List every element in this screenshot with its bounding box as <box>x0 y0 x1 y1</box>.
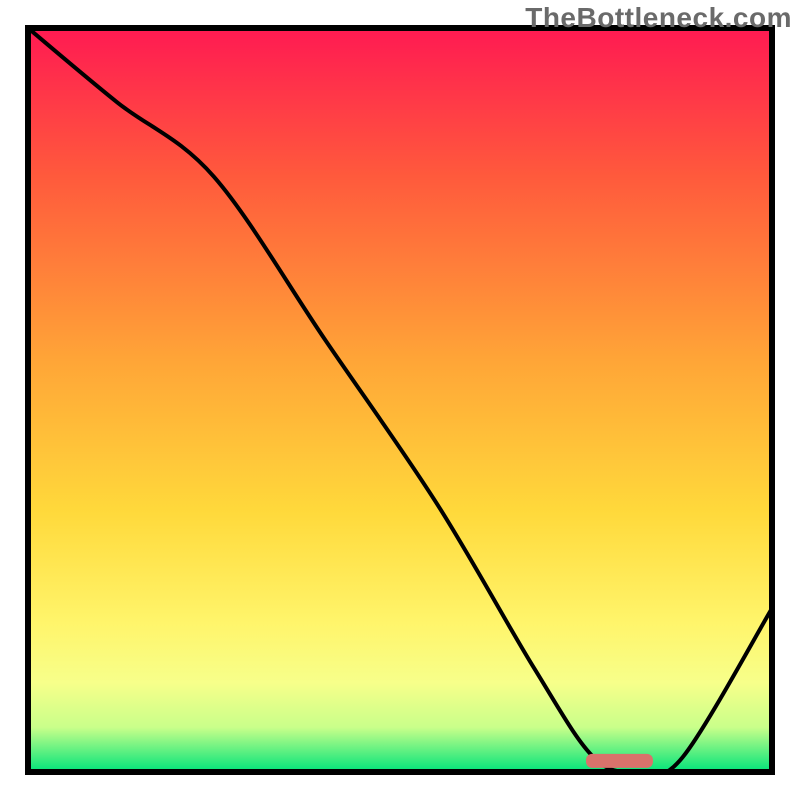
optimal-range-marker <box>586 754 653 768</box>
plot-area <box>28 28 772 775</box>
watermark-text: TheBottleneck.com <box>525 2 792 34</box>
bottleneck-chart <box>0 0 800 800</box>
gradient-background <box>28 28 772 772</box>
chart-frame: TheBottleneck.com <box>0 0 800 800</box>
